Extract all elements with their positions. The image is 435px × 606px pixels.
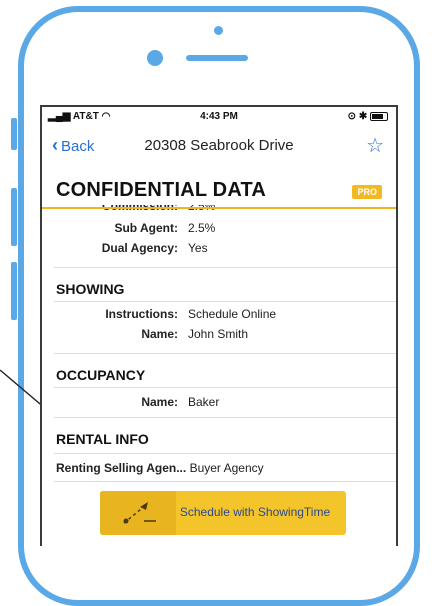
schedule-button-label: Schedule with ShowingTime: [179, 505, 331, 519]
field-label: Instructions:: [105, 307, 178, 321]
section-divider: [54, 353, 396, 354]
section-divider: [54, 387, 396, 388]
schedule-showingtime-button[interactable]: Schedule with ShowingTime: [100, 491, 346, 535]
section-divider: [54, 481, 396, 482]
renting-selling-agent-row: Renting Selling Agen... Buyer Agency: [56, 461, 264, 475]
field-label: Dual Agency:: [101, 241, 178, 255]
phone-screen: ▂▄▆ AT&T ◠ 4:43 PM ⊙ ✱ ‹ Back 20308 Seabr…: [40, 105, 398, 546]
field-value: Yes: [188, 241, 208, 255]
field-label: Name:: [141, 395, 178, 409]
battery-icon: [370, 111, 388, 121]
navigation-bar: ‹ Back 20308 Seabrook Drive ☆: [42, 129, 396, 159]
page-title: 20308 Seabrook Drive: [144, 137, 294, 154]
bluetooth-icon: ✱: [358, 111, 368, 122]
status-bar: ▂▄▆ AT&T ◠ 4:43 PM ⊙ ✱: [42, 107, 396, 127]
field-value: 2.5%: [188, 221, 216, 235]
section-divider: [54, 453, 396, 454]
location-icon: ⊙: [347, 111, 357, 122]
field-label: Sub Agent:: [114, 221, 178, 235]
star-outline-icon[interactable]: ☆: [366, 133, 384, 158]
occupancy-section-title: OCCUPANCY: [56, 367, 146, 383]
showing-section-title: SHOWING: [56, 281, 125, 297]
field-value: John Smith: [188, 327, 249, 341]
field-value: Baker: [188, 395, 220, 409]
field-label: Renting Selling Agen...: [56, 461, 187, 475]
confidential-header: CONFIDENTIAL DATA: [56, 179, 267, 201]
section-divider: [54, 301, 396, 302]
rental-section-title: RENTAL INFO: [56, 431, 149, 447]
field-label: Name:: [141, 327, 178, 341]
section-divider: [54, 417, 396, 418]
header-divider: [42, 207, 396, 209]
field-value: Schedule Online: [188, 307, 277, 321]
section-divider: [54, 267, 396, 268]
showingtime-icon: [100, 491, 176, 535]
pro-badge: PRO: [352, 185, 382, 199]
status-time: 4:43 PM: [200, 111, 238, 122]
field-value: Buyer Agency: [189, 461, 264, 475]
